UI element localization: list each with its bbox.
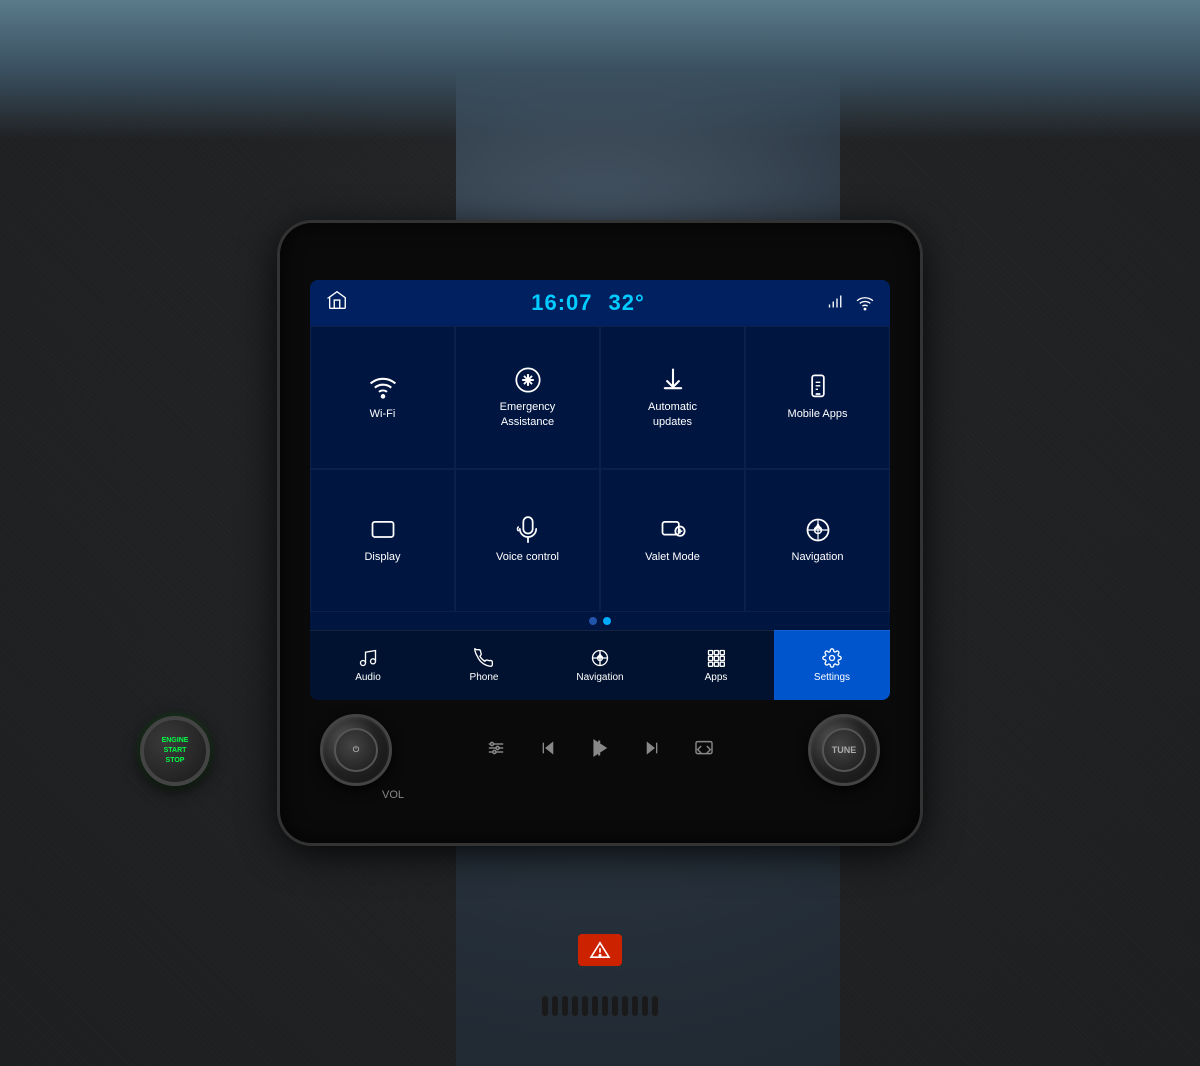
nav-apps[interactable]: Apps [658, 630, 774, 700]
hazard-button-area [578, 934, 622, 966]
display-icon [369, 516, 397, 544]
download-icon [659, 366, 687, 394]
vol-knob-inner: ⏻ [334, 728, 378, 772]
audio-nav-label: Audio [355, 672, 381, 683]
navigation-nav-label: Navigation [576, 672, 623, 683]
vol-label: VOL [382, 789, 404, 801]
nav-grid-icon [804, 516, 832, 544]
grid-item-valet[interactable]: Valet Mode [600, 469, 745, 612]
screen-housing: 16:07 32° [280, 223, 920, 843]
nav-bar: Audio Phone Navigation [310, 630, 890, 700]
grid-item-navigation[interactable]: Navigation [745, 469, 890, 612]
navigation-nav-icon [590, 648, 610, 668]
media-controls [408, 734, 792, 767]
navigation-label: Navigation [792, 550, 844, 564]
header-bar: 16:07 32° [310, 280, 890, 326]
nav-navigation[interactable]: Navigation [542, 630, 658, 700]
phone-nav-icon [474, 648, 494, 668]
eq-button[interactable] [482, 736, 510, 765]
wifi-header-icon [856, 294, 874, 312]
play-pause-button[interactable] [586, 734, 614, 767]
grid-item-voice[interactable]: Voice control [455, 469, 600, 612]
tune-knob-inner: TUNE [822, 728, 866, 772]
hazard-button[interactable] [578, 934, 622, 966]
page-dots [310, 612, 890, 630]
apps-nav-label: Apps [705, 672, 728, 683]
signal-icon [828, 294, 846, 312]
apps-nav-icon [706, 648, 726, 668]
dot-2[interactable] [603, 617, 611, 625]
grid-item-updates[interactable]: Automatic updates [600, 326, 745, 469]
wifi-icon [369, 373, 397, 401]
infotainment-screen: 16:07 32° [310, 280, 890, 700]
grid-item-emergency[interactable]: Emergency Assistance [455, 326, 600, 469]
settings-nav-label: Settings [814, 672, 850, 683]
settings-grid: Wi-Fi Emergency Assistance Autom [310, 326, 890, 612]
voice-label: Voice control [496, 550, 559, 564]
dot-1[interactable] [589, 617, 597, 625]
mobile-apps-label: Mobile Apps [788, 407, 848, 421]
temperature: 32° [609, 290, 645, 316]
mobile-icon [804, 373, 832, 401]
grid-item-wifi[interactable]: Wi-Fi [310, 326, 455, 469]
emergency-label: Emergency Assistance [500, 400, 556, 429]
controls-row: ⏻ VOL [320, 714, 880, 786]
tune-knob[interactable]: TUNE [808, 714, 880, 786]
nav-phone[interactable]: Phone [426, 630, 542, 700]
nav-settings[interactable]: Settings [774, 630, 890, 700]
grid-item-display[interactable]: Display [310, 469, 455, 612]
next-track-button[interactable] [638, 736, 666, 765]
display-label: Display [364, 550, 400, 564]
dashboard-top [0, 0, 1200, 140]
valet-icon [659, 516, 687, 544]
prev-track-button[interactable] [534, 736, 562, 765]
valet-label: Valet Mode [645, 550, 700, 564]
clock: 16:07 [531, 290, 592, 316]
updates-label: Automatic updates [648, 400, 697, 429]
engine-start-button[interactable]: ENGINE START STOP [140, 716, 210, 786]
header-status-icons [828, 294, 874, 312]
wifi-label: Wi-Fi [370, 407, 396, 421]
phone-nav-label: Phone [470, 672, 499, 683]
screen-toggle-button[interactable] [690, 736, 718, 765]
nav-audio[interactable]: Audio [310, 630, 426, 700]
tune-label: TUNE [832, 745, 857, 755]
settings-nav-icon [822, 648, 842, 668]
grid-item-mobile-apps[interactable]: Mobile Apps [745, 326, 890, 469]
emergency-icon [514, 366, 542, 394]
vent-grill-bottom [400, 986, 800, 1026]
audio-nav-icon [358, 648, 378, 668]
home-icon[interactable] [326, 289, 348, 317]
voice-icon [514, 516, 542, 544]
vol-knob[interactable]: ⏻ [320, 714, 392, 786]
header-time-temp: 16:07 32° [531, 290, 645, 316]
